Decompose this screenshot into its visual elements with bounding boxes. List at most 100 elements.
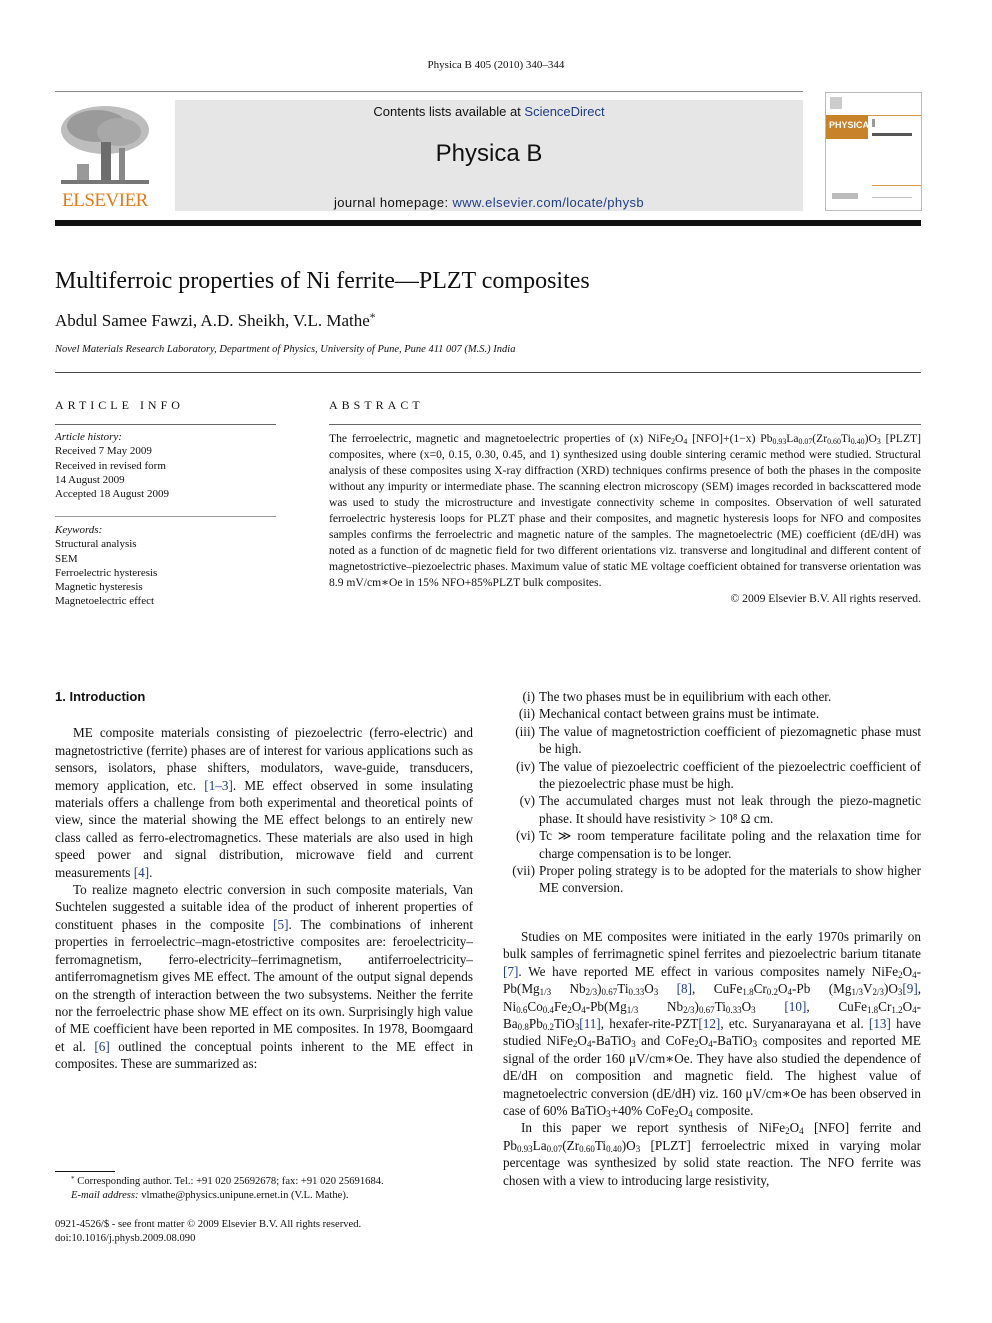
keyword: Magnetic hysteresis	[55, 581, 143, 594]
list-text: The value of magnetostriction coefficien…	[539, 723, 921, 757]
corresponding-author-note: * Corresponding author. Tel.: +91 020 25…	[71, 1174, 384, 1187]
text: .	[149, 864, 153, 880]
contents-prefix: Contents lists available at	[373, 104, 525, 119]
keywords: Keywords: Structural analysis SEM Ferroe…	[55, 523, 157, 609]
citation-link[interactable]: [10]	[784, 999, 806, 1014]
list-item: (iv) The value of piezoelectric coefficie…	[503, 758, 921, 793]
authors: Abdul Samee Fawzi, A.D. Sheikh, V.L. Mat…	[55, 311, 370, 330]
list-item: (ii) Mechanical contact between grains mu…	[503, 705, 921, 722]
elsevier-logo[interactable]: ELSEVIER	[55, 100, 155, 212]
citation-link[interactable]: [6]	[94, 1039, 109, 1054]
journal-name[interactable]: Physica B	[175, 140, 803, 168]
affiliation: Novel Materials Research Laboratory, Dep…	[55, 344, 516, 355]
paragraph: To realize magneto electric conversion i…	[55, 881, 473, 1072]
text: . We have reported ME effect in various …	[518, 963, 899, 979]
history-item: 14 August 2009	[55, 473, 125, 486]
journal-cover-thumbnail[interactable]: PHYSICA	[825, 92, 922, 211]
list-text: Tc ≫ room temperature facilitate poling …	[539, 828, 921, 861]
elsevier-tree-icon	[57, 102, 153, 188]
list-text: Proper poling strategy is to be adopted …	[539, 863, 921, 896]
list-text: The two phases must be in equilibrium wi…	[539, 689, 832, 704]
citation-link[interactable]: [8]	[677, 981, 692, 996]
citation-link[interactable]: [1–3]	[204, 778, 233, 793]
abstract-body: The ferroelectric, magnetic and magnetoe…	[329, 432, 921, 605]
contents-line: Contents lists available at ScienceDirec…	[175, 104, 803, 119]
keyword: Structural analysis	[55, 538, 137, 551]
publisher-wordmark: ELSEVIER	[62, 190, 148, 211]
homepage-line: journal homepage: www.elsevier.com/locat…	[175, 195, 803, 210]
abstract-heading: ABSTRACT	[329, 398, 424, 412]
article-info-heading: ARTICLE INFO	[55, 398, 184, 412]
list-text: The accumulated charges must not leak th…	[539, 793, 921, 826]
keyword: Ferroelectric hysteresis	[55, 566, 158, 579]
front-matter: 0921-4526/$ - see front matter © 2009 El…	[55, 1218, 361, 1246]
keywords-label: Keywords:	[55, 524, 103, 536]
list-number: (ii)	[518, 706, 535, 722]
text: Corresponding author. Tel.: +91 020 2569…	[77, 1176, 384, 1187]
text: Studies on ME composites were initiated …	[503, 928, 921, 962]
list-item: (vii) Proper poling strategy is to be ado…	[503, 862, 921, 897]
footnote: * Corresponding author. Tel.: +91 020 25…	[55, 1175, 384, 1203]
list-item: (vi) Tc ≫ room temperature facilitate pol…	[503, 827, 921, 862]
list-text: The value of piezoelectric coefficient o…	[539, 758, 921, 792]
history-item: Received 7 May 2009	[55, 445, 152, 458]
list-number: (iv)	[515, 758, 535, 774]
text: ferroelectric mixed in varying molar per…	[503, 1137, 921, 1188]
header-rule	[55, 91, 803, 92]
header-thick-rule	[55, 220, 921, 226]
article-history: Article history: Received 7 May 2009 Rec…	[55, 430, 169, 501]
list-number: (vii)	[512, 863, 535, 879]
abstract-text: [NFO]+(1−x) Pb	[687, 432, 773, 445]
article-title: Multiferroic properties of Ni ferrite—PL…	[55, 268, 590, 294]
abstract-text: The ferroelectric, magnetic and magnetoe…	[329, 432, 672, 445]
conditions-list: (i) The two phases must be in equilibrium…	[503, 688, 921, 897]
text: In this paper we report synthesis of NiF…	[521, 1120, 786, 1136]
author-list: Abdul Samee Fawzi, A.D. Sheikh, V.L. Mat…	[55, 311, 376, 331]
paragraph: ME composite materials consisting of pie…	[55, 724, 473, 881]
divider	[55, 424, 276, 425]
corresponding-author-mark[interactable]: *	[370, 311, 376, 324]
journal-masthead: Contents lists available at ScienceDirec…	[175, 100, 803, 211]
body-column-right: (i) The two phases must be in equilibrium…	[503, 688, 921, 1189]
citation-link[interactable]: [11]	[579, 1016, 600, 1031]
abstract-copyright: © 2009 Elsevier B.V. All rights reserved…	[730, 592, 921, 605]
divider	[329, 424, 921, 425]
sciencedirect-link[interactable]: ScienceDirect	[524, 104, 604, 119]
history-label: Article history:	[55, 431, 122, 443]
section-heading-introduction: 1. Introduction	[55, 689, 146, 704]
history-item: Accepted 18 August 2009	[55, 488, 169, 501]
body-column-left: 1. Introduction ME composite materials c…	[55, 688, 473, 1073]
issn-line: 0921-4526/$ - see front matter © 2009 El…	[55, 1219, 362, 1230]
history-item: Received in revised form	[55, 459, 166, 472]
divider	[55, 516, 276, 517]
paragraph: Studies on ME composites were initiated …	[503, 928, 922, 1120]
citation-link[interactable]: [9]	[902, 981, 917, 996]
email-address[interactable]: vlmathe@physics.unipune.ernet.in (V.L. M…	[139, 1190, 348, 1201]
list-number: (i)	[522, 689, 535, 704]
list-item: (iii) The value of magnetostriction coeff…	[503, 723, 921, 758]
footnote-rule	[55, 1171, 115, 1172]
list-number: (v)	[519, 793, 535, 809]
homepage-prefix: journal homepage:	[333, 195, 453, 210]
running-head: Physica B 405 (2010) 340–344	[427, 59, 565, 71]
email-note: E-mail address: vlmathe@physics.unipune.…	[55, 1189, 384, 1203]
abstract-text: [PLZT] composites, where (x=0, 0.15, 0.3…	[329, 432, 921, 589]
text: outlined the conceptual points inherent …	[55, 1038, 473, 1072]
svg-text:PHYSICA: PHYSICA	[829, 120, 870, 130]
citation-link[interactable]: [5]	[273, 917, 288, 932]
list-number: (vi)	[515, 828, 535, 844]
divider	[55, 372, 921, 373]
citation-link[interactable]: [12]	[698, 1016, 720, 1031]
keyword: Magnetoelectric effect	[55, 595, 155, 608]
list-text: Mechanical contact between grains must b…	[539, 706, 820, 722]
list-item: (i) The two phases must be in equilibrium…	[503, 688, 921, 705]
homepage-link[interactable]: www.elsevier.com/locate/physb	[452, 195, 644, 210]
citation-link[interactable]: [7]	[503, 964, 518, 979]
list-item: (v) The accumulated charges must not leak…	[503, 792, 921, 827]
text: . The combinations of inherent propertie…	[55, 916, 473, 1054]
citation-link[interactable]: [13]	[869, 1016, 891, 1031]
email-label: E-mail address:	[71, 1190, 139, 1201]
citation-link[interactable]: [4]	[134, 865, 149, 880]
doi-line[interactable]: doi:10.1016/j.physb.2009.08.090	[55, 1232, 361, 1246]
list-number: (iii)	[515, 723, 535, 739]
